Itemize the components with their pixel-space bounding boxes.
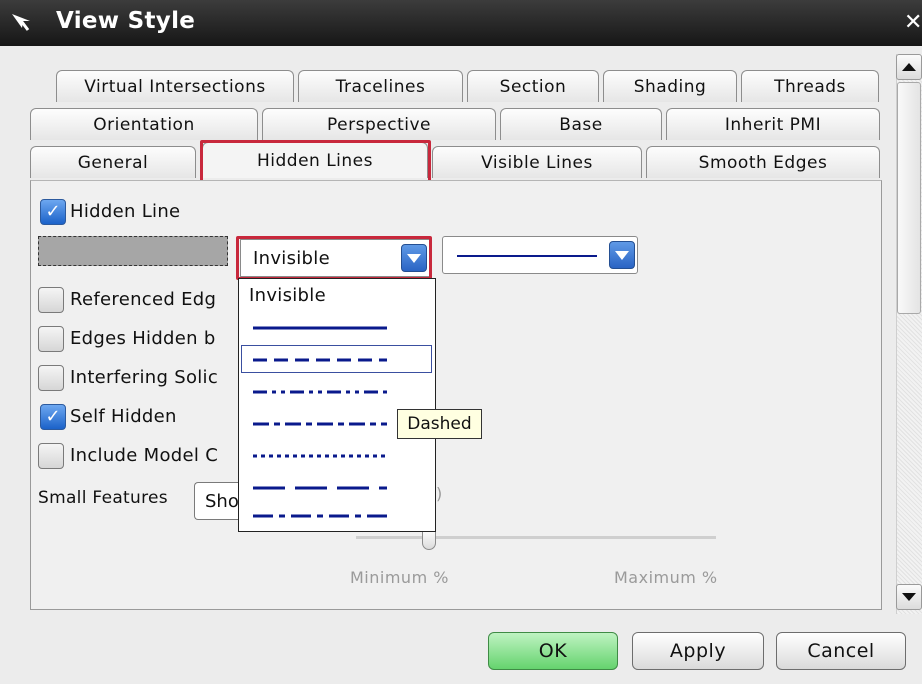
interfering-solids-checkbox[interactable]: [38, 365, 64, 391]
close-icon[interactable]: ✕: [904, 10, 922, 35]
tooltip: Dashed: [397, 409, 482, 439]
edges-hidden-by-checkbox[interactable]: [38, 326, 64, 352]
tab-visible-lines[interactable]: Visible Lines: [432, 146, 642, 178]
cancel-button[interactable]: Cancel: [776, 632, 906, 670]
chevron-down-icon[interactable]: [609, 241, 635, 269]
tab-shading[interactable]: Shading: [603, 70, 737, 102]
checkmark-icon: ✓: [45, 201, 61, 222]
dropdown-selection-box: [241, 345, 432, 373]
scrollbar-thumb[interactable]: [897, 82, 921, 314]
small-features-value: Sho: [205, 491, 239, 512]
dropdown-option-solid[interactable]: [239, 313, 435, 343]
dash-dot-line-icon: [253, 514, 387, 518]
solid-line-icon: [253, 326, 387, 330]
tab-smooth-edges[interactable]: Smooth Edges: [646, 146, 880, 178]
long-dashed-line-icon: [253, 486, 387, 490]
small-features-slider-track[interactable]: [356, 536, 716, 539]
tab-virtual-intersections[interactable]: Virtual Intersections: [56, 70, 294, 102]
tab-threads[interactable]: Threads: [741, 70, 879, 102]
tab-general[interactable]: General: [30, 146, 196, 178]
dropdown-option-invisible[interactable]: Invisible: [239, 281, 435, 311]
slider-minimum-label: Minimum %: [350, 568, 449, 587]
tab-tracelines[interactable]: Tracelines: [298, 70, 463, 102]
line-font-dropdown: Invisible: [238, 278, 436, 532]
dropdown-option-dash-dot[interactable]: [239, 501, 435, 531]
tab-perspective[interactable]: Perspective: [262, 108, 496, 140]
tab-inherit-pmi[interactable]: Inherit PMI: [666, 108, 880, 140]
dotted-line-icon: [253, 454, 387, 458]
self-hidden-label: Self Hidden: [70, 406, 177, 427]
apply-button[interactable]: Apply: [632, 632, 764, 670]
self-hidden-checkbox[interactable]: ✓: [40, 404, 66, 430]
ok-button[interactable]: OK: [488, 632, 618, 670]
centerline-icon: [253, 422, 387, 426]
slider-value-fragment: ): [436, 484, 443, 503]
line-width-combo[interactable]: [442, 236, 638, 274]
tab-section[interactable]: Section: [467, 70, 599, 102]
select-arrow-icon: [8, 10, 36, 36]
slider-maximum-label: Maximum %: [614, 568, 718, 587]
line-width-preview-icon: [457, 255, 597, 257]
tab-orientation[interactable]: Orientation: [30, 108, 258, 140]
hidden-line-label: Hidden Line: [70, 201, 181, 222]
hidden-line-color-swatch[interactable]: [38, 236, 228, 266]
scroll-down-icon[interactable]: [896, 584, 922, 610]
window-title: View Style: [56, 8, 196, 34]
dropdown-option-phantom[interactable]: [239, 377, 435, 407]
include-model-curves-label: Include Model C: [70, 445, 219, 466]
referenced-edges-checkbox[interactable]: [38, 287, 64, 313]
small-features-label: Small Features: [38, 488, 168, 508]
phantom-line-icon: [253, 390, 387, 394]
hidden-line-checkbox[interactable]: ✓: [40, 199, 66, 225]
dropdown-option-long-dashed[interactable]: [239, 473, 435, 503]
include-model-curves-checkbox[interactable]: [38, 443, 64, 469]
interfering-solids-label: Interfering Solic: [70, 367, 219, 388]
referenced-edges-label: Referenced Edg: [70, 289, 217, 310]
scroll-up-icon[interactable]: [896, 54, 922, 80]
edges-hidden-by-label: Edges Hidden b: [70, 328, 216, 349]
active-tab-highlight: [200, 140, 431, 184]
tab-base[interactable]: Base: [500, 108, 662, 140]
checkmark-icon: ✓: [45, 406, 61, 427]
line-font-highlight: [236, 236, 432, 280]
dropdown-option-label: Invisible: [249, 285, 326, 306]
dropdown-option-dotted[interactable]: [239, 441, 435, 471]
